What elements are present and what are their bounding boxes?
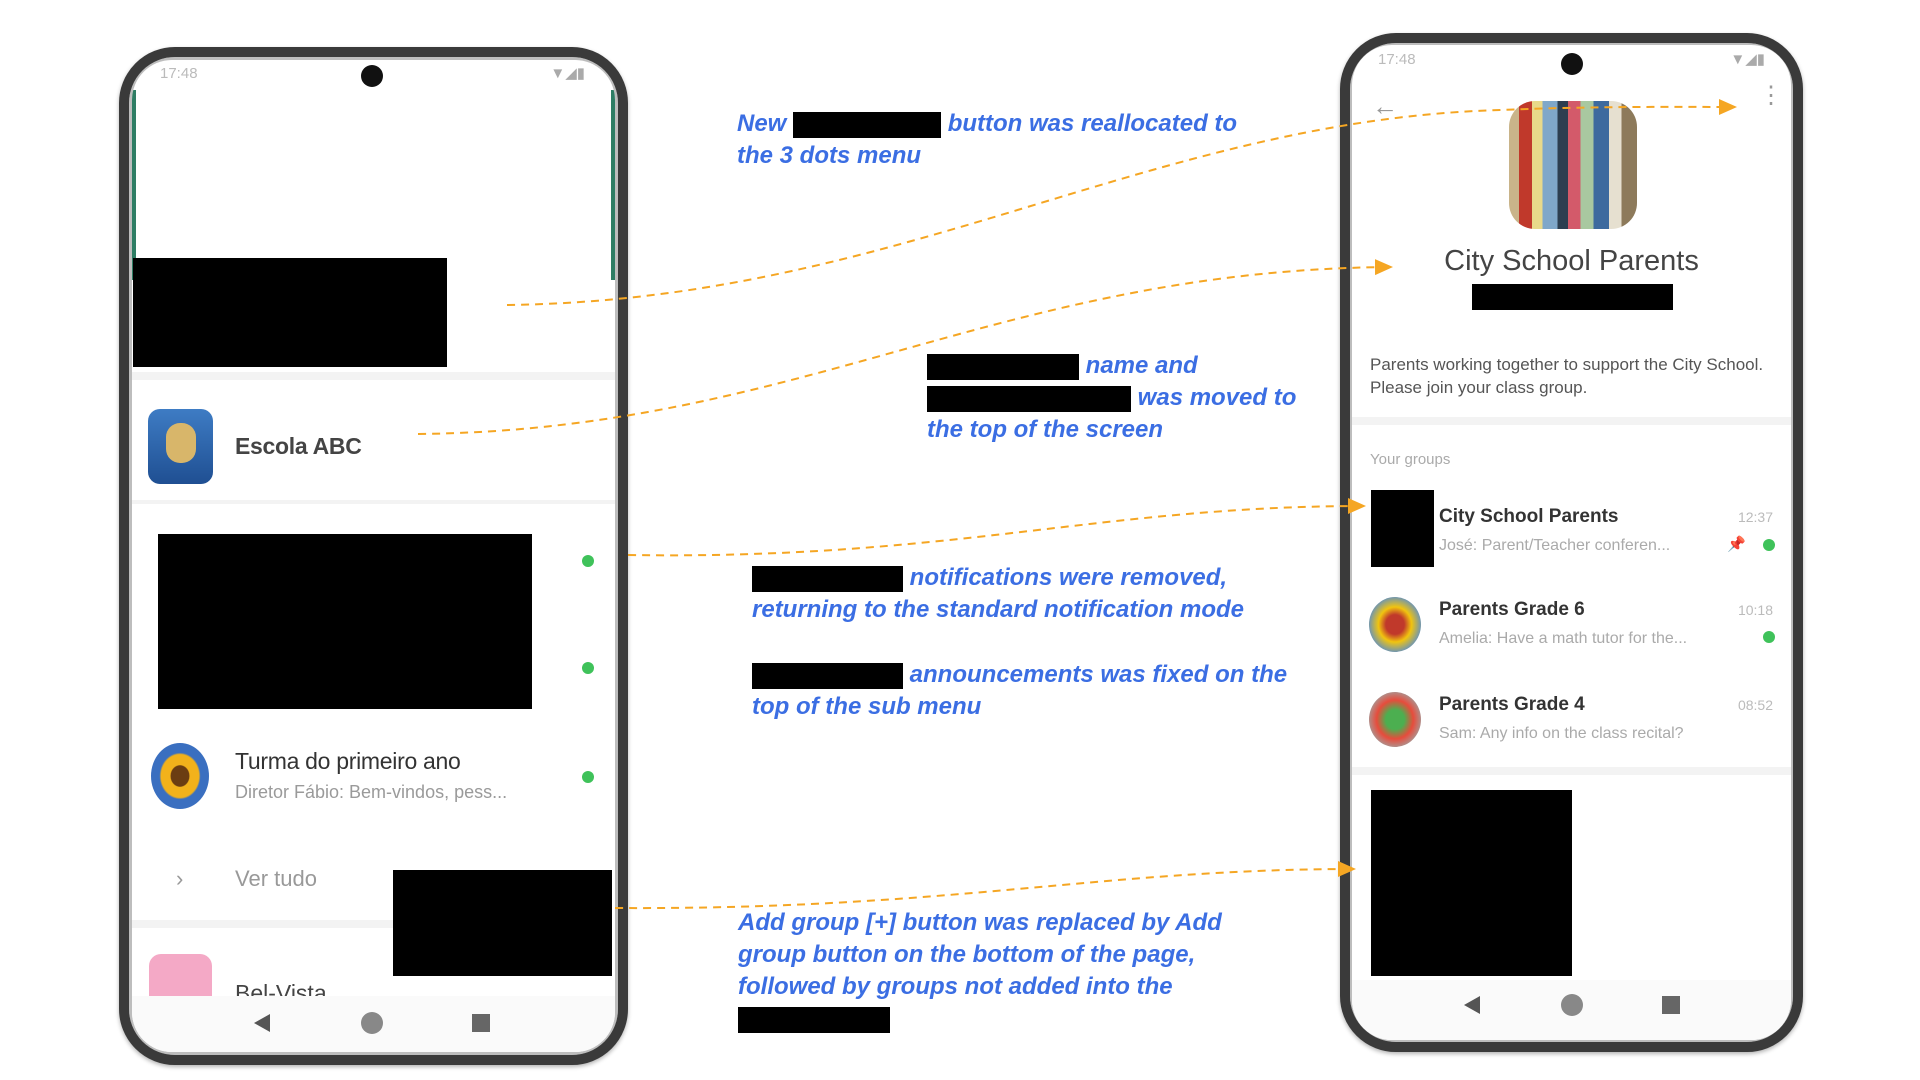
- camera: [1561, 53, 1583, 75]
- annotation-text: New: [737, 110, 787, 137]
- annotation-text: Add group [+] button was replaced by Add: [738, 909, 1222, 936]
- group-title: Parents Grade 6: [1439, 599, 1585, 620]
- redacted-block: [393, 870, 612, 976]
- unread-dot: [582, 555, 594, 567]
- right-phone-screen: 17:48 ▼◢▮ ← ⋮ City School Parents Parent…: [1352, 45, 1791, 1040]
- header-accent-right: [611, 90, 615, 280]
- community-icon: [148, 409, 213, 484]
- divider: [132, 500, 615, 504]
- annotation-text: button was reallocated to: [947, 110, 1238, 137]
- nav-bar: [132, 996, 615, 1052]
- group-title: City School Parents: [1439, 506, 1619, 527]
- next-item-partial: Bel-Vista: [235, 980, 327, 996]
- community-name: Escola ABC: [235, 433, 362, 459]
- group-avatar-sunflower: [151, 743, 209, 809]
- redacted-block: [1472, 284, 1673, 310]
- annotation-2: name and was moved to the top of the scr…: [927, 350, 1296, 446]
- group-row[interactable]: Turma do primeiro ano Diretor Fábio: Bem…: [132, 740, 615, 820]
- status-time: 17:48: [160, 65, 198, 82]
- annotation-text: the 3 dots menu: [737, 142, 922, 169]
- annotation-text: the top of the screen: [927, 416, 1164, 443]
- annotation-text: returning to the standard notification m…: [752, 596, 1244, 623]
- status-time: 17:48: [1378, 51, 1416, 68]
- chevron-right-icon: ›: [176, 866, 184, 891]
- section-label: Your groups: [1370, 451, 1451, 468]
- annotation-text: was moved to: [1137, 384, 1297, 411]
- annotation-text: followed by groups not added into the: [738, 973, 1173, 1000]
- group-avatar: [1369, 597, 1421, 652]
- annotation-text: notifications were removed,: [909, 564, 1228, 591]
- status-icons: ▼◢▮: [550, 65, 585, 82]
- unread-dot: [582, 662, 594, 674]
- arrow-3: [627, 498, 1366, 557]
- home-nav-icon[interactable]: [1561, 994, 1583, 1016]
- group-row[interactable]: Parents Grade 6 Amelia: Have a math tuto…: [1352, 585, 1791, 670]
- group-time: 12:37: [1737, 509, 1773, 525]
- divider: [132, 920, 393, 928]
- redacted-block: [927, 385, 1131, 412]
- redacted-block: [752, 662, 903, 689]
- community-title: City School Parents: [1444, 245, 1699, 277]
- annotation-text: group button on the bottom of the page,: [738, 941, 1196, 968]
- community-row[interactable]: Escola ABC: [132, 385, 615, 495]
- left-phone-screen: 17:48 ▼◢▮ Escola ABC Turma do primeiro a…: [132, 60, 615, 1052]
- redacted-block: [927, 353, 1079, 380]
- group-preview: José: Parent/Teacher conferen...: [1439, 537, 1671, 554]
- annotation-5: Add group [+] button was replaced by Add…: [738, 907, 1222, 1035]
- redacted-block: [738, 1006, 890, 1033]
- unread-dot: [1763, 631, 1775, 643]
- back-nav-icon[interactable]: [1464, 996, 1480, 1014]
- annotation-1: New button was reallocated to the 3 dots…: [737, 108, 1237, 172]
- group-preview: Diretor Fábio: Bem-vindos, pess...: [235, 782, 508, 802]
- divider: [1352, 417, 1791, 425]
- group-preview: Sam: Any info on the class recital?: [1439, 725, 1684, 742]
- unread-dot: [582, 771, 594, 783]
- group-row[interactable]: City School Parents José: Parent/Teacher…: [1352, 485, 1791, 570]
- community-image: [1509, 101, 1637, 229]
- annotation-4: announcements was fixed on the top of th…: [752, 659, 1287, 723]
- recents-nav-icon[interactable]: [472, 1014, 490, 1032]
- annotation-text: announcements was fixed on the: [909, 661, 1288, 688]
- group-preview: Amelia: Have a math tutor for the...: [1439, 630, 1688, 647]
- recents-nav-icon[interactable]: [1662, 996, 1680, 1014]
- view-all-link[interactable]: › Ver tudo: [132, 860, 392, 900]
- back-nav-icon[interactable]: [254, 1014, 270, 1032]
- community-description: Parents working together to support the …: [1370, 355, 1764, 397]
- redacted-block: [752, 565, 903, 592]
- annotation-text: top of the sub menu: [752, 693, 982, 720]
- nav-bar: [1352, 980, 1791, 1040]
- back-arrow-icon[interactable]: ←: [1372, 91, 1398, 122]
- group-row[interactable]: Parents Grade 4 Sam: Any info on the cla…: [1352, 680, 1791, 765]
- home-nav-icon[interactable]: [361, 1012, 383, 1034]
- more-options-icon[interactable]: ⋮: [1759, 84, 1783, 108]
- pin-icon: 📌: [1727, 536, 1746, 553]
- redacted-block: [133, 258, 447, 367]
- group-title: Turma do primeiro ano: [235, 748, 461, 774]
- divider: [132, 372, 615, 380]
- view-all-label: Ver tudo: [235, 866, 317, 891]
- annotation-3: notifications were removed, returning to…: [752, 562, 1244, 626]
- annotation-text: name and: [1085, 352, 1198, 379]
- group-avatar: [1369, 692, 1421, 747]
- arrow-4: [614, 861, 1356, 910]
- group-time: 10:18: [1737, 602, 1773, 618]
- camera: [361, 65, 383, 87]
- header-accent-left: [132, 90, 136, 280]
- redacted-block: [158, 534, 532, 709]
- redacted-avatar: [1371, 490, 1434, 567]
- redacted-block: [793, 111, 942, 138]
- divider: [1352, 767, 1791, 775]
- group-title: Parents Grade 4: [1439, 694, 1585, 715]
- redacted-block: [1371, 790, 1572, 976]
- status-icons: ▼◢▮: [1730, 51, 1765, 68]
- group-time: 08:52: [1737, 697, 1773, 713]
- unread-dot: [1763, 539, 1775, 551]
